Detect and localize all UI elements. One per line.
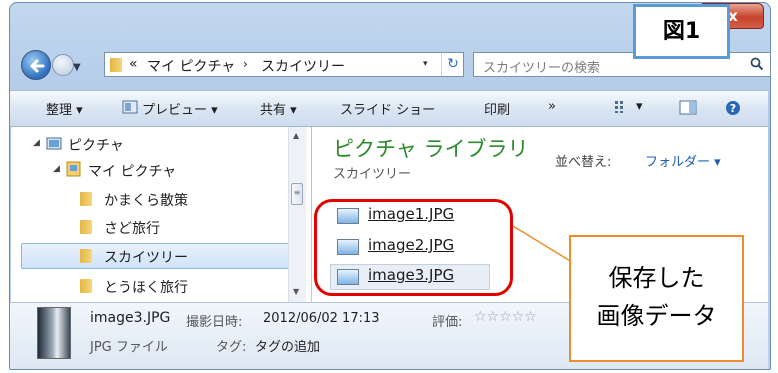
- callout-box: 保存した 画像データ: [569, 235, 744, 362]
- figure-label: 図1: [633, 4, 730, 59]
- callout-line-2: 画像データ: [596, 302, 717, 330]
- details-tag-label: タグ:: [216, 340, 247, 355]
- details-tag-value[interactable]: タグの追加: [255, 336, 320, 355]
- details-filename: image3.JPG: [90, 310, 171, 326]
- image-thumbnail: [37, 307, 71, 359]
- details-type: JPG ファイル: [90, 340, 168, 355]
- rating-stars[interactable]: ☆☆☆☆☆: [474, 309, 537, 325]
- details-date-value: 2012/06/02 17:13: [263, 311, 380, 326]
- details-date-label: 撮影日時:: [186, 315, 243, 330]
- callout-line-1: 保存した: [608, 264, 705, 292]
- details-rating-label: 評価:: [432, 315, 463, 330]
